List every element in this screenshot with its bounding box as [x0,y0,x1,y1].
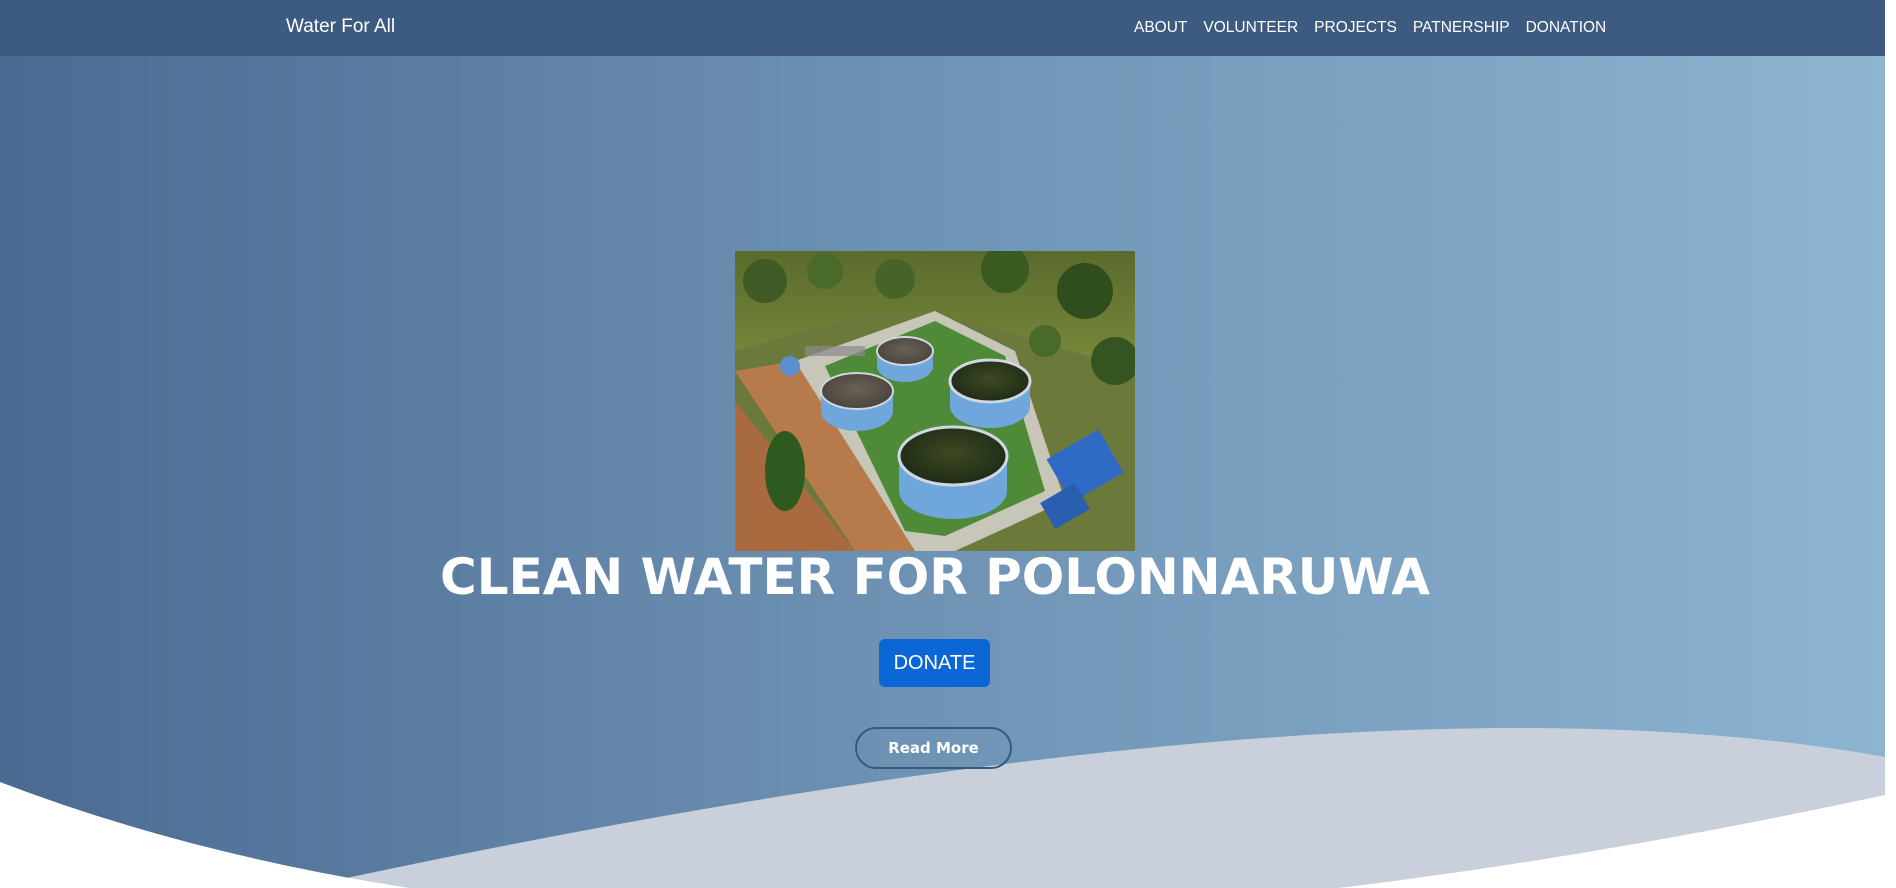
nav-link-projects[interactable]: PROJECTS [1314,19,1397,37]
hero-title: CLEAN WATER FOR POLONNARUWA [440,548,1430,606]
nav-link-about[interactable]: ABOUT [1134,19,1187,37]
nav-link-partnership[interactable]: PATNERSHIP [1413,19,1510,37]
scrollbar-gutter [1885,0,1896,888]
donate-button[interactable]: DONATE [879,639,990,687]
read-more-button[interactable]: Read More [855,727,1012,769]
top-navbar: Water For All ABOUT VOLUNTEER PROJECTS P… [0,0,1885,56]
nav-link-donation[interactable]: DONATION [1526,19,1607,37]
nav-link-volunteer[interactable]: VOLUNTEER [1203,19,1298,37]
brand-logo-text[interactable]: Water For All [286,16,395,38]
page: Water For All ABOUT VOLUNTEER PROJECTS P… [0,0,1896,888]
water-tanks-aerial-image [735,251,1135,551]
nav-links: ABOUT VOLUNTEER PROJECTS PATNERSHIP DONA… [1134,19,1606,37]
